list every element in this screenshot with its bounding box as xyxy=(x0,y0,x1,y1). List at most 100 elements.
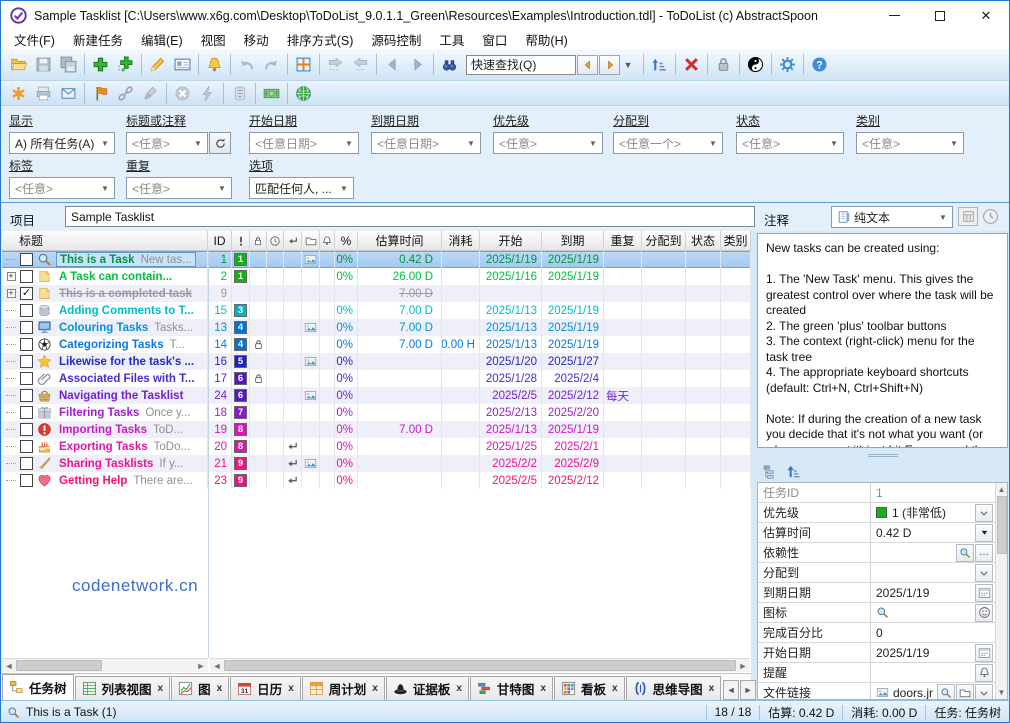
calendar-button[interactable] xyxy=(975,583,993,602)
filter-combo[interactable]: <任意日期> ▼ xyxy=(249,132,359,154)
task-checkbox[interactable] xyxy=(20,406,33,419)
header-lock[interactable] xyxy=(250,231,267,250)
menu-item-1[interactable]: 新建任务 xyxy=(64,29,132,50)
attribute-value[interactable]: 2025/1/19 xyxy=(871,643,1007,662)
lock-button[interactable] xyxy=(711,53,736,77)
quick-find-input[interactable] xyxy=(466,54,576,75)
header-due[interactable]: 到期 xyxy=(542,231,604,250)
task-checkbox[interactable] xyxy=(20,389,33,402)
filter-combo[interactable]: <任意> ▼ xyxy=(126,132,208,154)
task-row[interactable]: Sharing Tasklists If y... 21 9 0% 2025/2/2 202… xyxy=(2,455,751,472)
dropdown-button[interactable] xyxy=(975,503,993,522)
task-row[interactable]: Navigating the Tasklist 24 6 0% 2025/2/5 2025… xyxy=(2,387,751,404)
attributes-vscrollbar[interactable]: ▲ ▼ xyxy=(995,483,1007,699)
broom-button[interactable] xyxy=(138,83,163,104)
filter-combo[interactable]: <任意一个> ▼ xyxy=(613,132,723,154)
header-assign[interactable]: 分配到 xyxy=(642,231,686,250)
spell-button[interactable] xyxy=(6,83,31,104)
filter-combo[interactable]: <任意> ▼ xyxy=(126,177,232,199)
tab-scroll-right[interactable]: ► xyxy=(740,680,757,700)
outdent-button[interactable] xyxy=(348,53,373,77)
header-spent[interactable]: 消耗 xyxy=(442,231,480,250)
attribute-value[interactable]: 2025/1/19 xyxy=(871,583,1007,602)
filter-combo[interactable]: <任意> ▼ xyxy=(493,132,603,154)
tab-close-icon[interactable]: x xyxy=(372,683,378,694)
header-start[interactable]: 开始 xyxy=(480,231,542,250)
navright-button[interactable] xyxy=(405,53,430,77)
task-checkbox[interactable] xyxy=(20,474,33,487)
tab-close-icon[interactable]: x xyxy=(217,683,223,694)
dropdown-button[interactable] xyxy=(975,563,993,582)
tab-close-icon[interactable]: x xyxy=(158,683,164,694)
menu-item-6[interactable]: 源码控制 xyxy=(362,29,430,50)
icon-picker-button[interactable] xyxy=(975,603,993,622)
task-row[interactable]: Colouring Tasks Tasks... 13 4 0% 7.00 D 2025/1… xyxy=(2,319,751,336)
attribute-value[interactable] xyxy=(871,603,1007,622)
saveall-button[interactable] xyxy=(56,53,81,77)
tab-scroll-left[interactable]: ◄ xyxy=(723,680,740,700)
find-button[interactable] xyxy=(437,53,462,77)
gear-button[interactable] xyxy=(775,53,800,77)
task-row[interactable]: Exporting Tasks ToDo... 20 8 0% 2025/1/25 2025… xyxy=(2,438,751,455)
attribute-group-icon[interactable] xyxy=(763,464,778,479)
yinyang-button[interactable] xyxy=(743,53,768,77)
delete-button[interactable] xyxy=(679,53,704,77)
card-button[interactable] xyxy=(170,53,195,77)
tab-close-icon[interactable]: x xyxy=(709,683,715,694)
bolt-button[interactable] xyxy=(195,83,220,104)
dropdown-button[interactable] xyxy=(975,683,993,699)
header-repeat[interactable]: 重复 xyxy=(604,231,642,250)
attribute-value[interactable]: 1 xyxy=(871,483,1007,502)
attribute-value[interactable]: 0.42 D xyxy=(871,523,1007,542)
save-button[interactable] xyxy=(31,53,56,77)
expand-icon[interactable]: + xyxy=(6,289,16,298)
task-checkbox[interactable] xyxy=(20,321,33,334)
comments-grid-button[interactable] xyxy=(958,207,978,226)
title-column-splitter[interactable] xyxy=(208,251,209,658)
task-checkbox[interactable] xyxy=(20,304,33,317)
tab-甘特图[interactable]: 甘特图 x xyxy=(469,676,553,700)
tab-列表视图[interactable]: 列表视图 x xyxy=(74,676,171,700)
filter-combo[interactable]: 匹配任何人, ... ▼ xyxy=(249,177,354,199)
attribute-value[interactable]: … xyxy=(871,543,1007,562)
menu-item-2[interactable]: 编辑(E) xyxy=(132,29,192,50)
task-row[interactable]: Filtering Tasks Once y... 18 7 0% 2025/2/13 20… xyxy=(2,404,751,421)
task-checkbox[interactable]: ✓ xyxy=(20,287,33,300)
title-pane-hscrollbar[interactable]: ◄ ► xyxy=(2,658,208,672)
columns-pane-hscrollbar[interactable]: ◄ ► xyxy=(210,658,750,672)
attribute-sort-icon[interactable] xyxy=(786,464,801,479)
project-input[interactable] xyxy=(65,206,755,227)
task-checkbox[interactable] xyxy=(20,270,33,283)
tab-close-icon[interactable]: x xyxy=(456,683,462,694)
tab-任务树[interactable]: 任务树 xyxy=(2,674,74,700)
newtask-button[interactable] xyxy=(88,53,113,77)
header-id[interactable]: ID xyxy=(208,231,232,250)
link-button[interactable] xyxy=(113,83,138,104)
task-checkbox[interactable] xyxy=(20,338,33,351)
attribute-value[interactable]: 0 xyxy=(871,623,1007,642)
quick-find-prev-button[interactable] xyxy=(577,54,598,75)
money-button[interactable] xyxy=(259,83,284,104)
print-button[interactable] xyxy=(31,83,56,104)
tab-close-icon[interactable]: x xyxy=(612,683,618,694)
comments-format-combo[interactable]: 纯文本 ▼ xyxy=(831,206,953,228)
menu-item-4[interactable]: 移动 xyxy=(235,29,278,50)
header-recur[interactable] xyxy=(284,231,302,250)
task-row[interactable]: Associated Files with T... 17 6 0% 2025/1/28… xyxy=(2,370,751,387)
navleft-button[interactable] xyxy=(380,53,405,77)
task-row[interactable]: Getting Help There are... 23 9 0% 2025/2/5 202… xyxy=(2,472,751,489)
task-checkbox[interactable] xyxy=(20,440,33,453)
tab-周计划[interactable]: 周计划 x xyxy=(301,676,385,700)
help-button[interactable]: ? xyxy=(807,53,832,77)
task-checkbox[interactable] xyxy=(20,355,33,368)
filter-combo[interactable]: <任意> ▼ xyxy=(736,132,844,154)
task-row[interactable]: + ✓ This is a completed task 9 7.00 D xyxy=(2,285,751,302)
edit-button[interactable] xyxy=(145,53,170,77)
task-row[interactable]: Categorizing Tasks T... 14 4 0% 7.00 D 0.00 H2… xyxy=(2,336,751,353)
tab-思维导图[interactable]: 思维导图 x xyxy=(625,676,722,700)
header-cat[interactable]: 类别 xyxy=(721,231,751,250)
filter-combo[interactable]: <任意> ▼ xyxy=(856,132,964,154)
winmax-button[interactable] xyxy=(291,53,316,77)
header-est[interactable]: 估算时间 xyxy=(358,231,442,250)
comments-attributes-splitter[interactable] xyxy=(757,450,1008,460)
